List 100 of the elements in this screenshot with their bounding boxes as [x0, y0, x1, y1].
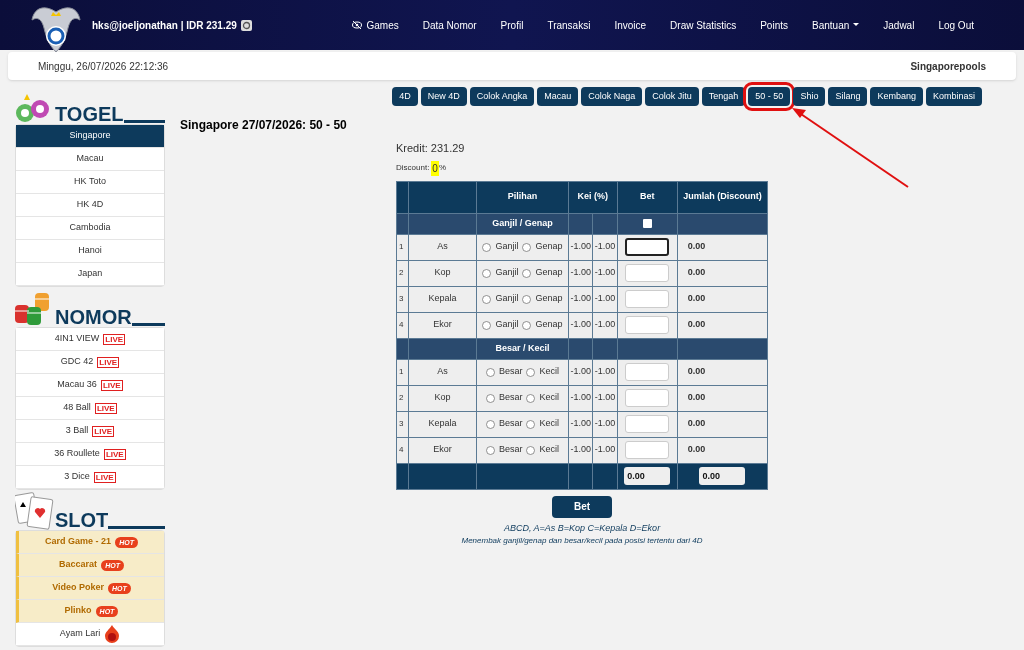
- radio-label: Ganjil: [495, 318, 519, 332]
- refresh-icon[interactable]: [240, 19, 252, 31]
- sidebar-item[interactable]: Ayam Lari: [16, 623, 164, 646]
- radio-button[interactable]: [526, 445, 536, 455]
- row-number: 3: [396, 411, 409, 437]
- column-header: Bet: [617, 181, 678, 213]
- row-label: As: [408, 359, 477, 385]
- radio-label: Ganjil: [495, 266, 519, 280]
- radio-button[interactable]: [522, 320, 532, 330]
- nav-link[interactable]: Invoice: [614, 17, 647, 33]
- odds-cell: -1.00: [568, 312, 593, 338]
- odds-cell: -1.00: [592, 260, 618, 286]
- game-tab[interactable]: Colok Naga: [581, 87, 643, 106]
- live-badge: LIVE: [100, 379, 123, 391]
- discount-value: 0: [431, 160, 439, 176]
- radio-label: Genap: [535, 266, 563, 280]
- radio-label: Ganjil: [495, 292, 519, 306]
- radio-button[interactable]: [485, 367, 495, 377]
- sidebar-item[interactable]: HK 4D: [16, 194, 164, 217]
- nav-link[interactable]: Bantuan: [812, 17, 860, 33]
- row-label: Kop: [408, 260, 477, 286]
- group-header: Ganjil / Genap: [476, 213, 569, 234]
- nav-link[interactable]: Draw Statistics: [670, 17, 737, 33]
- game-tab[interactable]: Colok Angka: [469, 87, 535, 106]
- sidebar-item[interactable]: Macau: [16, 148, 164, 171]
- game-tab[interactable]: Colok Jitu: [645, 87, 699, 106]
- odds-cell: -1.00: [568, 437, 593, 463]
- radio-button[interactable]: [482, 294, 492, 304]
- radio-button[interactable]: [485, 393, 495, 403]
- nav-link[interactable]: Data Nomor: [422, 17, 477, 33]
- sidebar-item[interactable]: Cambodia: [16, 217, 164, 240]
- amount-cell: 0.00: [677, 359, 768, 385]
- nav-link[interactable]: Profil: [500, 17, 524, 33]
- odds-cell: -1.00: [568, 286, 593, 312]
- game-tab[interactable]: Kombinasi: [925, 87, 982, 106]
- game-tab[interactable]: New 4D: [420, 87, 467, 106]
- user-balance: hks@joeljonathan | IDR 231.29: [92, 18, 237, 33]
- radio-button[interactable]: [522, 242, 532, 252]
- row-number: 1: [396, 359, 409, 385]
- sidebar-item[interactable]: Singapore: [16, 125, 164, 148]
- discount-unit: %: [438, 162, 447, 174]
- radio-label: Besar: [498, 417, 523, 431]
- radio-label: Genap: [535, 292, 563, 306]
- game-tab[interactable]: Macau: [537, 87, 579, 106]
- radio-button[interactable]: [482, 268, 492, 278]
- radio-button[interactable]: [485, 445, 495, 455]
- nav-link[interactable]: Jadwal: [883, 17, 915, 33]
- row-number: 4: [396, 437, 409, 463]
- nav-link[interactable]: Games: [352, 17, 399, 33]
- sidebar-item[interactable]: GDC 42 LIVE: [16, 351, 164, 374]
- nav-link[interactable]: Log Out: [938, 17, 974, 33]
- game-tab[interactable]: Silang: [828, 87, 868, 106]
- sidebar-item[interactable]: 3 Dice LIVE: [16, 466, 164, 489]
- game-tab[interactable]: Kembang: [870, 87, 923, 106]
- live-badge: LIVE: [103, 448, 126, 460]
- radio-button[interactable]: [522, 294, 532, 304]
- radio-button[interactable]: [526, 419, 536, 429]
- total-field: 0.00: [699, 467, 746, 485]
- amount-cell: 0.00: [677, 312, 768, 338]
- radio-button[interactable]: [482, 242, 492, 252]
- bet-button[interactable]: Bet: [552, 495, 612, 518]
- sidebar-item[interactable]: 48 Ball LIVE: [16, 397, 164, 420]
- radio-label: Kecil: [539, 417, 559, 431]
- radio-button[interactable]: [526, 393, 536, 403]
- discount-label: Discount:: [396, 162, 430, 174]
- radio-button[interactable]: [482, 320, 492, 330]
- sidebar-item[interactable]: 4IN1 VIEW LIVE: [16, 328, 164, 351]
- caret-icon: [853, 23, 860, 27]
- odds-cell: -1.00: [592, 286, 618, 312]
- total-field: 0.00: [624, 467, 671, 485]
- game-tab[interactable]: Shio: [793, 87, 826, 106]
- radio-button[interactable]: [522, 268, 532, 278]
- sidebar-item[interactable]: Hanoi: [16, 240, 164, 263]
- game-tab[interactable]: 4D: [392, 87, 418, 106]
- sidebar-item[interactable]: Japan: [16, 263, 164, 286]
- radio-button[interactable]: [526, 367, 536, 377]
- row-number: 2: [396, 260, 409, 286]
- description-note: Menembak ganjil/genap dan besar/kecil pada posisi tertentu dari 4D: [461, 535, 703, 547]
- radio-label: Kecil: [539, 443, 559, 457]
- amount-cell: 0.00: [677, 437, 768, 463]
- sidebar-item[interactable]: 3 Ball LIVE: [16, 420, 164, 443]
- select-all-checkbox[interactable]: [642, 218, 652, 228]
- odds-cell: -1.00: [568, 260, 593, 286]
- row-label: Ekor: [408, 312, 477, 338]
- nav-link[interactable]: Transaksi: [547, 17, 591, 33]
- market-name: Singaporepools: [910, 59, 986, 74]
- live-badge: LIVE: [97, 356, 120, 368]
- radio-button[interactable]: [485, 419, 495, 429]
- nav-link[interactable]: Points: [760, 17, 788, 33]
- row-label: Ekor: [408, 437, 477, 463]
- bet-input[interactable]: [625, 238, 670, 256]
- sidebar-item[interactable]: Macau 36 LIVE: [16, 374, 164, 397]
- odds-cell: -1.00: [568, 234, 593, 260]
- sidebar-item[interactable]: 36 Roullete LIVE: [16, 443, 164, 466]
- radio-label: Kecil: [539, 365, 559, 379]
- game-tab[interactable]: Tengah: [701, 87, 746, 106]
- amount-cell: 0.00: [677, 385, 768, 411]
- sidebar-item[interactable]: HK Toto: [16, 171, 164, 194]
- radio-label: Besar: [498, 365, 523, 379]
- odds-cell: -1.00: [568, 359, 593, 385]
